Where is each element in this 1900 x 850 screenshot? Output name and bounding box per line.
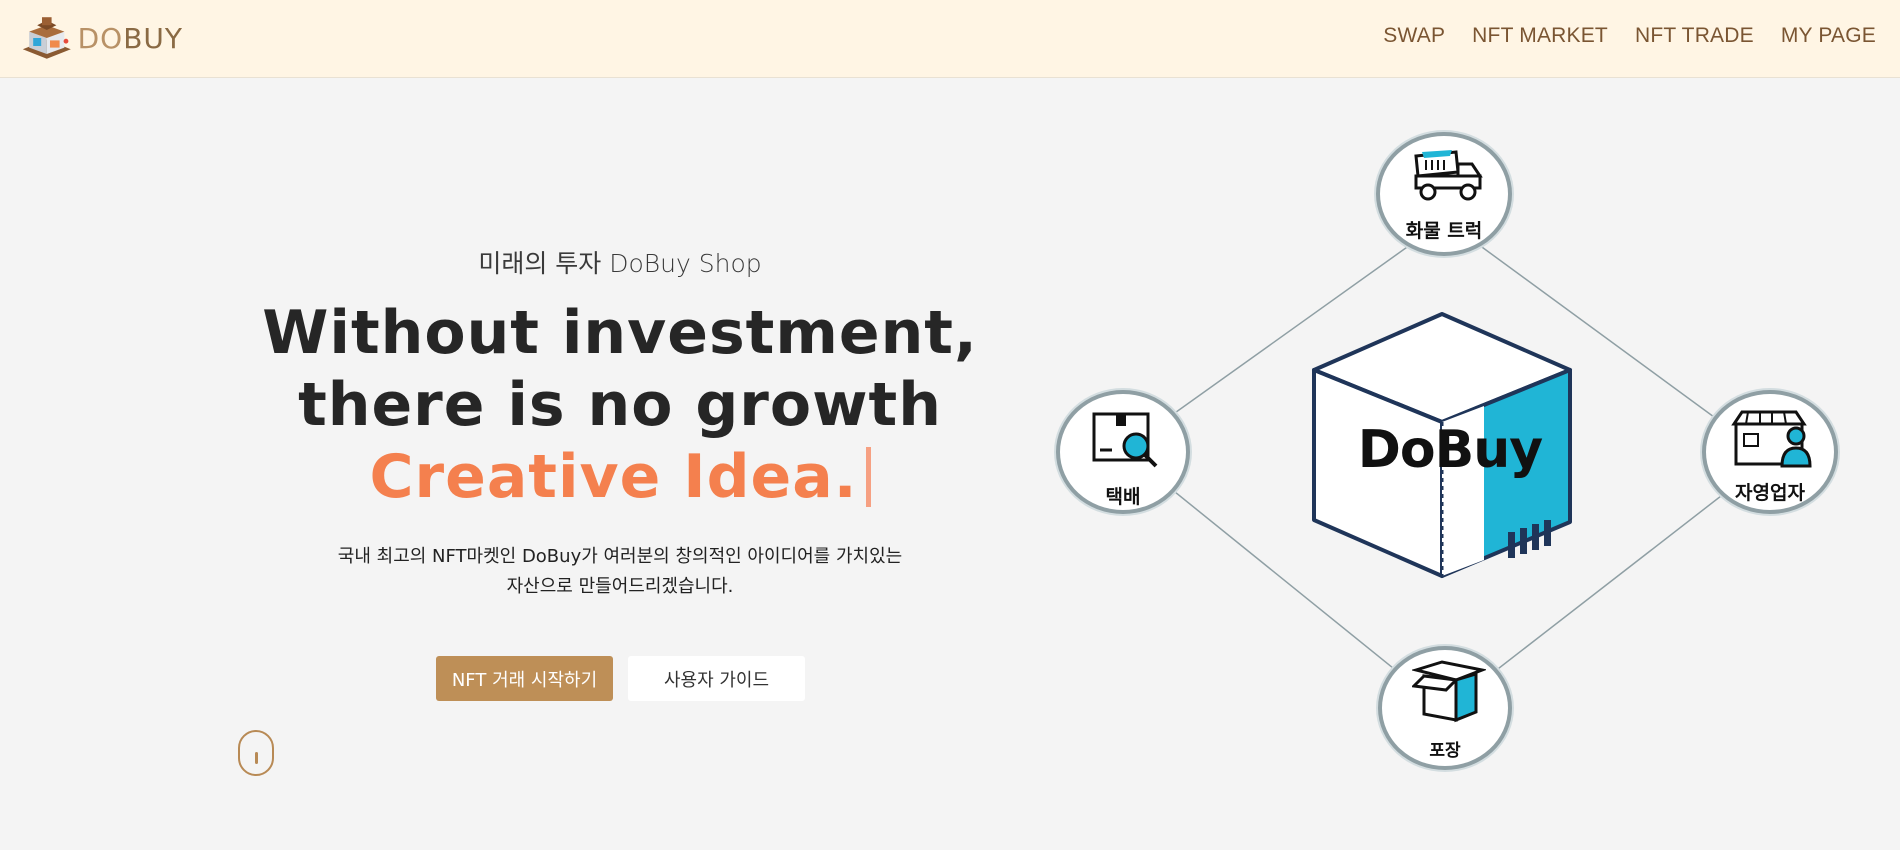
node-label-packaging: 포장 — [1429, 741, 1461, 761]
nav-nft-market[interactable]: NFT MARKET — [1472, 24, 1608, 48]
dump-truck-icon — [1414, 150, 1483, 201]
node-parcel-delivery: 택배 — [1056, 390, 1190, 514]
main-nav: SWAP NFT MARKET NFT TRADE MY PAGE — [1356, 24, 1876, 48]
user-guide-button[interactable]: 사용자 가이드 — [628, 656, 805, 701]
store-owner-icon — [1731, 410, 1812, 468]
node-label-self-employed: 자영업자 — [1735, 482, 1805, 504]
parcel-search-icon — [1092, 412, 1158, 468]
hero-accent-text: Creative Idea. — [369, 442, 858, 512]
dobuy-network-diagram: DoBuy 화물 트럭 택배 자영업자 포장 — [1040, 110, 1900, 810]
node-cargo-truck: 화물 트럭 — [1376, 132, 1512, 256]
node-packaging: 포장 — [1378, 646, 1512, 770]
shop-logo-icon — [22, 17, 71, 59]
hero-headline-line2: there is no growth — [298, 370, 942, 440]
dobuy-logo[interactable]: DOBUY — [18, 8, 183, 68]
hero-headline-line1: Without investment, — [262, 298, 978, 368]
logo-wordmark: DOBUY — [77, 21, 183, 55]
node-self-employed: 자영업자 — [1702, 390, 1838, 514]
scroll-down-indicator[interactable] — [238, 730, 274, 776]
hero-description-line2: 자산으로 만들어드리겠습니다. — [506, 576, 734, 597]
nav-nft-trade[interactable]: NFT TRADE — [1635, 24, 1754, 48]
typing-cursor — [865, 447, 871, 507]
hero-headline-line3: Creative Idea. — [220, 442, 1020, 512]
node-label-parcel-delivery: 택배 — [1105, 486, 1141, 508]
dobuy-cube-label: DoBuy — [1357, 420, 1543, 480]
hero-subtitle: 미래의 투자 DoBuy Shop — [478, 249, 762, 278]
hero-description-line1: 국내 최고의 NFT마켓인 DoBuy가 여러분의 창의적인 아이디어를 가치있… — [337, 546, 903, 567]
top-header: DOBUY SWAP NFT MARKET NFT TRADE MY PAGE — [0, 0, 1900, 78]
open-box-icon — [1412, 660, 1486, 723]
start-nft-trade-button[interactable]: NFT 거래 시작하기 — [436, 656, 613, 701]
nav-swap[interactable]: SWAP — [1383, 24, 1445, 48]
nav-my-page[interactable]: MY PAGE — [1781, 24, 1876, 48]
node-label-cargo-truck: 화물 트럭 — [1405, 220, 1483, 242]
